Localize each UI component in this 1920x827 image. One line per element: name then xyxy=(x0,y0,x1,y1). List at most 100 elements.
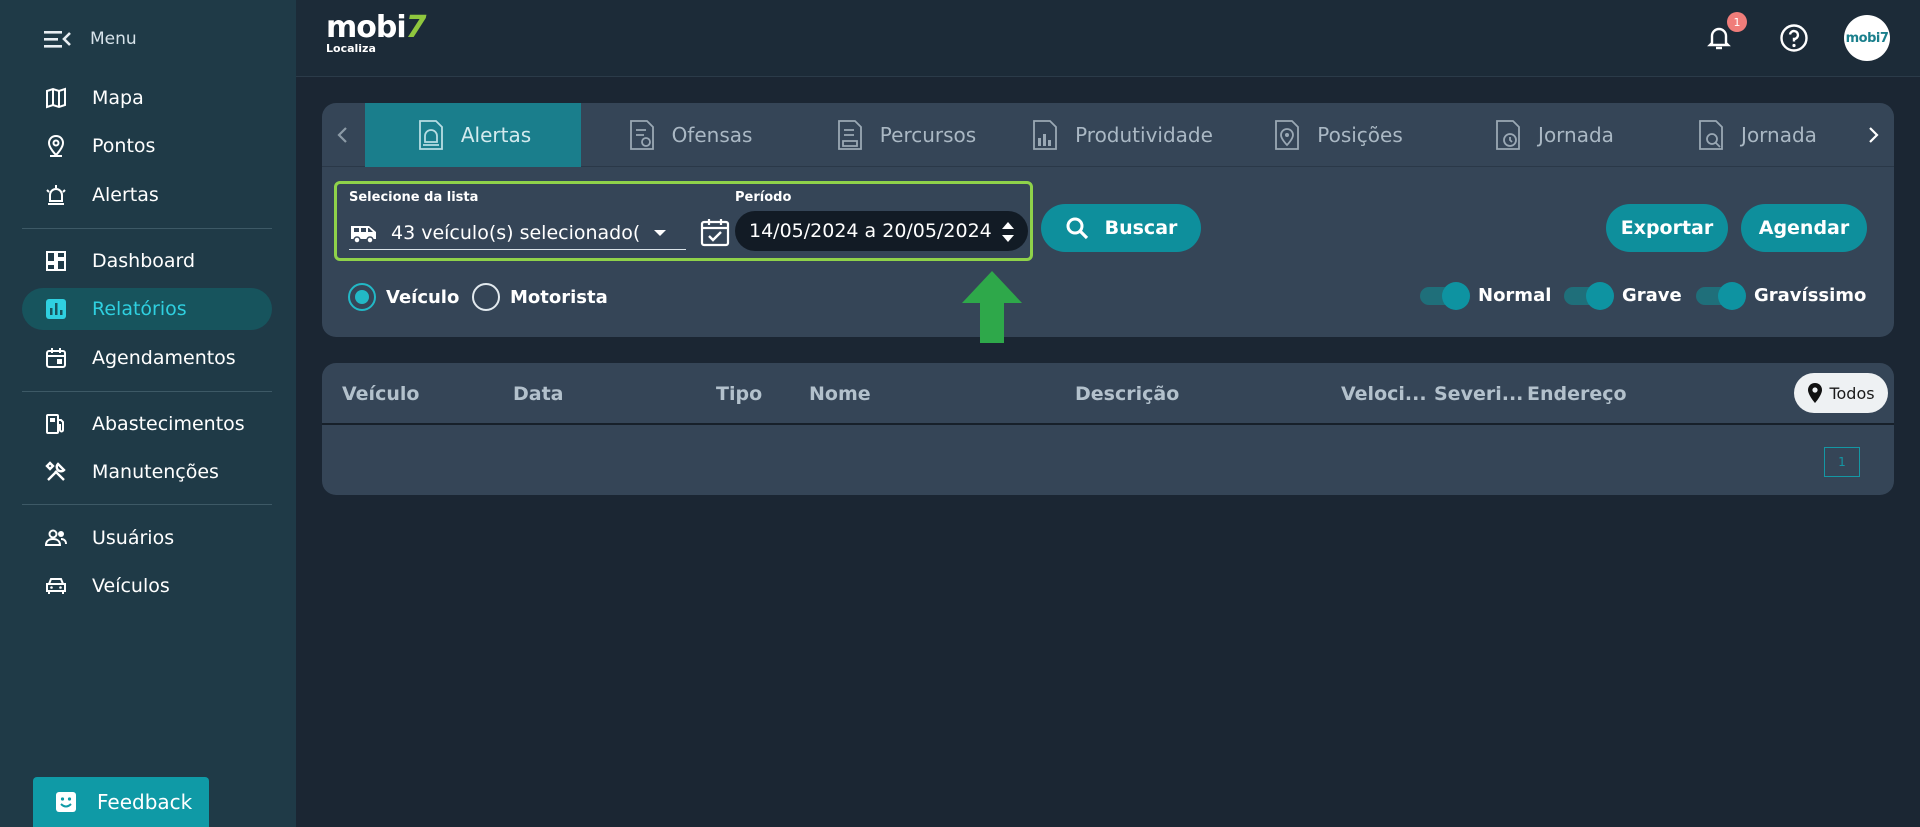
radio-motorista[interactable]: Motorista xyxy=(472,283,608,311)
dropdown-arrow-icon xyxy=(654,229,666,236)
sidebar-item-dashboard[interactable]: Dashboard xyxy=(22,240,272,282)
vehicle-select-value: 43 veículo(s) selecionado(s) xyxy=(391,221,641,244)
export-button[interactable]: Exportar xyxy=(1606,204,1728,252)
top-bar: mobi7 Localiza 1 mobi7 xyxy=(296,0,1920,77)
van-icon xyxy=(351,225,376,244)
report-tabs: Alertas Ofensas Percursos Produtividade … xyxy=(322,103,1894,167)
period-value: 14/05/2024 a 20/05/2024 xyxy=(749,220,992,242)
calendar-check-icon[interactable] xyxy=(699,216,731,248)
sidebar-item-abastecimentos[interactable]: Abastecimentos xyxy=(22,403,272,445)
tab-jornada-2[interactable]: Jornada xyxy=(1661,103,1851,167)
sidebar-divider xyxy=(22,228,272,229)
tabs-prev-button[interactable] xyxy=(322,103,364,167)
bar-chart-icon xyxy=(44,297,68,321)
vehicle-select-caption: Selecione da lista xyxy=(349,190,479,205)
tab-label: Produtividade xyxy=(1075,123,1213,147)
sidebar-item-manutencoes[interactable]: Manutenções xyxy=(22,451,272,493)
feedback-button[interactable]: Feedback xyxy=(33,777,209,827)
sidebar-item-label: Dashboard xyxy=(92,250,196,272)
toggle-track xyxy=(1420,281,1470,310)
tab-label: Jornada xyxy=(1741,123,1817,147)
report-panel: Alertas Ofensas Percursos Produtividade … xyxy=(322,103,1894,337)
todos-filter-button[interactable]: Todos xyxy=(1794,373,1888,413)
avatar[interactable]: mobi7 xyxy=(1844,15,1890,61)
column-header-descricao[interactable]: Descrição xyxy=(1075,383,1179,405)
dashboard-icon xyxy=(44,249,68,273)
toggle-grave[interactable]: Grave xyxy=(1564,281,1682,310)
calendar-icon xyxy=(44,346,68,370)
radio-veiculo[interactable]: Veículo xyxy=(348,283,459,311)
sidebar-item-usuarios[interactable]: Usuários xyxy=(22,517,272,559)
toggle-label: Normal xyxy=(1478,285,1552,306)
sidebar-divider xyxy=(22,391,272,392)
column-header-severidade[interactable]: Severi... xyxy=(1434,383,1523,405)
vehicle-select[interactable]: 43 veículo(s) selecionado(s) xyxy=(349,216,686,250)
sidebar-item-alertas[interactable]: Alertas xyxy=(22,174,272,216)
toggle-gravissimo[interactable]: Gravíssimo xyxy=(1696,281,1866,310)
period-caption: Período xyxy=(735,190,792,205)
sidebar-item-label: Usuários xyxy=(92,527,175,549)
export-button-label: Exportar xyxy=(1620,217,1714,239)
tab-posicoes[interactable]: Posições xyxy=(1229,103,1445,167)
tab-jornada[interactable]: Jornada xyxy=(1445,103,1661,167)
logo-text: mobi xyxy=(326,10,407,45)
sidebar-item-label: Manutenções xyxy=(92,461,219,483)
annotation-up-arrow-icon xyxy=(962,271,1022,343)
column-header-velocidade[interactable]: Veloci... xyxy=(1341,383,1427,405)
menu-label: Menu xyxy=(90,29,137,49)
radio-ring xyxy=(472,283,500,311)
toggle-track xyxy=(1696,281,1746,310)
column-header-nome[interactable]: Nome xyxy=(809,383,871,405)
column-header-data[interactable]: Data xyxy=(513,383,564,405)
column-header-tipo[interactable]: Tipo xyxy=(716,383,762,405)
radio-ring xyxy=(348,283,376,311)
logo[interactable]: mobi7 Localiza xyxy=(326,10,427,56)
tab-percursos[interactable]: Percursos xyxy=(797,103,1013,167)
todos-label: Todos xyxy=(1829,383,1875,403)
sidebar-item-label: Pontos xyxy=(92,135,156,157)
sidebar-item-label: Abastecimentos xyxy=(92,413,245,435)
report-route-icon xyxy=(837,120,862,150)
sidebar-item-agendamentos[interactable]: Agendamentos xyxy=(22,337,272,379)
sidebar-item-relatorios[interactable]: Relatórios xyxy=(22,288,272,330)
tab-label: Ofensas xyxy=(671,123,753,147)
report-position-icon xyxy=(1275,120,1300,150)
toggle-normal[interactable]: Normal xyxy=(1420,281,1552,310)
report-journey-search-icon xyxy=(1699,120,1723,150)
tab-ofensas[interactable]: Ofensas xyxy=(581,103,797,167)
sidebar-item-label: Alertas xyxy=(92,184,159,206)
search-button[interactable]: Buscar xyxy=(1041,204,1201,252)
sidebar: Menu Mapa Pontos Alertas Dashboard Relat… xyxy=(0,0,296,827)
report-productivity-icon xyxy=(1033,120,1057,150)
tab-alertas[interactable]: Alertas xyxy=(365,103,581,167)
sidebar-item-mapa[interactable]: Mapa xyxy=(22,77,272,119)
column-header-endereco[interactable]: Endereço xyxy=(1527,383,1627,405)
sidebar-item-veiculos[interactable]: Veículos xyxy=(22,565,272,607)
sidebar-item-pontos[interactable]: Pontos xyxy=(22,125,272,167)
schedule-button[interactable]: Agendar xyxy=(1741,204,1867,252)
search-button-label: Buscar xyxy=(1104,217,1178,239)
help-icon[interactable] xyxy=(1778,22,1810,54)
table-header: Veículo Data Tipo Nome Descrição Veloci.… xyxy=(322,363,1894,425)
tools-icon xyxy=(44,460,68,484)
toggle-track xyxy=(1564,281,1614,310)
tabs-next-button[interactable] xyxy=(1852,103,1894,167)
tab-label: Alertas xyxy=(460,123,532,147)
logo-seven: 7 xyxy=(405,10,427,45)
tab-produtividade[interactable]: Produtividade xyxy=(1013,103,1229,167)
results-table: Veículo Data Tipo Nome Descrição Veloci.… xyxy=(322,363,1894,495)
sidebar-item-label: Mapa xyxy=(92,87,144,109)
search-icon xyxy=(1066,217,1088,240)
menu-collapse-icon xyxy=(44,31,71,48)
column-header-veiculo[interactable]: Veículo xyxy=(342,383,419,405)
pagination-page-button[interactable]: 1 xyxy=(1824,447,1860,477)
location-pin-icon xyxy=(44,134,68,158)
sidebar-divider xyxy=(22,504,272,505)
spinner-arrows-icon[interactable] xyxy=(1000,219,1016,245)
report-alert-icon xyxy=(418,120,443,150)
period-input[interactable]: 14/05/2024 a 20/05/2024 xyxy=(735,211,1028,251)
menu-toggle[interactable]: Menu xyxy=(44,24,137,54)
sidebar-item-label: Veículos xyxy=(92,575,170,597)
chevron-right-icon xyxy=(1869,127,1879,143)
avatar-text: mobi7 xyxy=(1845,30,1889,46)
